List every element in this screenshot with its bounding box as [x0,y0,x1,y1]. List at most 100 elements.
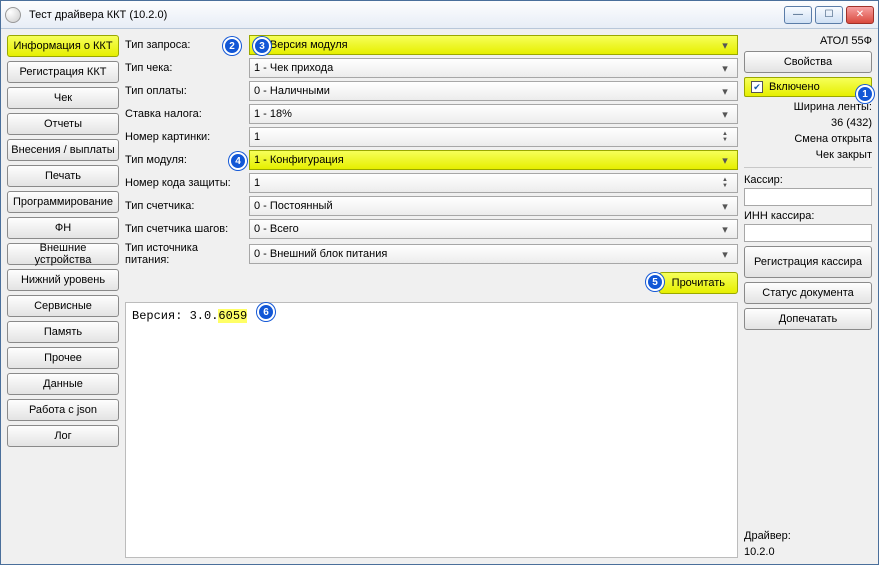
sidebar-item-5[interactable]: Печать [7,165,119,187]
separator [744,167,872,168]
enabled-checkbox[interactable]: ✔ Включено [744,77,872,97]
nomer-kartinki-spinner[interactable]: 1 ▲▼ [249,127,738,147]
sidebar-item-label: Лог [54,430,71,442]
chevron-down-icon: ▾ [717,59,733,77]
nomer-koda-spinner[interactable]: 1 ▲▼ [249,173,738,193]
read-button-label: Прочитать [672,277,725,289]
chevron-down-icon: ▾ [717,220,733,238]
nomer-koda-label: Номер кода защиты: [125,177,243,189]
sidebar-item-label: Нижний уровень [21,274,105,286]
tip-modulya-value: 1 - Конфигурация [254,154,344,166]
output-pane[interactable]: Версия: 3.0.6059 [125,302,738,558]
sidebar-item-label: Внесения / выплаты [11,144,114,156]
inn-block: ИНН кассира: [744,210,872,242]
tip-schetchika-shagov-label: Тип счетчика шагов: [125,223,243,235]
tip-cheka-value: 1 - Чек прихода [254,62,333,74]
callout-badge-2: 2 [223,37,241,55]
sidebar-item-label: Печать [45,170,81,182]
stavka-naloga-label: Ставка налога: [125,108,243,120]
doc-status-button[interactable]: Статус документа [744,282,872,304]
tip-zaprosa-select[interactable]: 2 - Версия модуля ▾ [249,35,738,55]
titlebar: Тест драйвера ККТ (10.2.0) — ☐ ✕ [1,1,878,29]
kassir-block: Кассир: [744,174,872,206]
output-prefix: Версия: 3.0. [132,309,218,323]
sidebar-item-label: Информация о ККТ [13,40,112,52]
maximize-button[interactable]: ☐ [815,6,843,24]
device-name: АТОЛ 55Ф [744,35,872,47]
window-body: Информация о ККТ Регистрация ККТ Чек Отчеты… [1,29,878,564]
tape-width-value: 36 (432) [744,117,872,129]
callout-badge-3: 3 [253,37,271,55]
sidebar-item-13[interactable]: Данные [7,373,119,395]
sidebar-item-3[interactable]: Отчеты [7,113,119,135]
sidebar-item-4[interactable]: Внесения / выплаты [7,139,119,161]
tip-schetchika-value: 0 - Постоянный [254,200,333,212]
nomer-kartinki-label: Номер картинки: [125,131,243,143]
sidebar-item-14[interactable]: Работа с json [7,399,119,421]
tip-modulya-select[interactable]: 1 - Конфигурация ▾ [249,150,738,170]
tip-istochnika-select[interactable]: 0 - Внешний блок питания ▾ [249,244,738,264]
properties-button-label: Свойства [784,56,832,68]
stavka-naloga-value: 1 - 18% [254,108,292,120]
tip-oplaty-label: Тип оплаты: [125,85,243,97]
print-more-button[interactable]: Допечатать [744,308,872,330]
properties-button[interactable]: Свойства [744,51,872,73]
tip-oplaty-select[interactable]: 0 - Наличными ▾ [249,81,738,101]
center-panel: Тип запроса: 2 - Версия модуля ▾ Тип чек… [125,35,738,558]
callout-badge-5: 5 [646,273,664,291]
read-button[interactable]: Прочитать [659,272,738,294]
stavka-naloga-select[interactable]: 1 - 18% ▾ [249,104,738,124]
sidebar-item-label: Внешние устройства [10,242,116,266]
close-button[interactable]: ✕ [846,6,874,24]
chevron-down-icon: ▾ [717,36,733,54]
tip-istochnika-label: Тип источника питания: [125,242,243,266]
chevron-down-icon: ▾ [717,105,733,123]
kassir-label: Кассир: [744,174,872,186]
app-icon [5,7,21,23]
sidebar-item-label: Регистрация ККТ [20,66,107,78]
chevron-down-icon: ▾ [717,82,733,100]
tip-modulya-label: Тип модуля: [125,154,243,166]
output-highlight: 6059 [218,309,247,323]
sidebar-item-1[interactable]: Регистрация ККТ [7,61,119,83]
minimize-button[interactable]: — [784,6,812,24]
register-cashier-button[interactable]: Регистрация кассира [744,246,872,278]
shift-status: Смена открыта [744,133,872,145]
sidebar-item-11[interactable]: Память [7,321,119,343]
callout-badge-4: 4 [229,152,247,170]
chevron-down-icon: ▾ [717,197,733,215]
app-window: Тест драйвера ККТ (10.2.0) — ☐ ✕ Информа… [0,0,879,565]
driver-label: Драйвер: [744,530,872,542]
tip-istochnika-value: 0 - Внешний блок питания [254,248,387,260]
tip-schetchika-label: Тип счетчика: [125,200,243,212]
sidebar-item-9[interactable]: Нижний уровень [7,269,119,291]
register-cashier-label: Регистрация кассира [754,256,862,269]
sidebar-item-2[interactable]: Чек [7,87,119,109]
tape-width-label: Ширина ленты: [744,101,872,113]
spinner-buttons[interactable]: ▲▼ [717,174,733,192]
form-grid: Тип запроса: 2 - Версия модуля ▾ Тип чек… [125,35,738,266]
checkbox-icon: ✔ [751,81,763,93]
sidebar-item-8[interactable]: Внешние устройства [7,243,119,265]
kassir-input[interactable] [744,188,872,206]
sidebar-item-0[interactable]: Информация о ККТ [7,35,119,57]
sidebar-item-6[interactable]: Программирование [7,191,119,213]
sidebar-item-label: Программирование [13,196,113,208]
nomer-koda-value: 1 [254,177,260,189]
sidebar-item-12[interactable]: Прочее [7,347,119,369]
window-title: Тест драйвера ККТ (10.2.0) [27,9,778,21]
sidebar-item-10[interactable]: Сервисные [7,295,119,317]
print-more-label: Допечатать [779,313,838,325]
sidebar-item-15[interactable]: Лог [7,425,119,447]
callout-badge-1: 1 [856,85,874,103]
sidebar-item-7[interactable]: ФН [7,217,119,239]
tip-cheka-select[interactable]: 1 - Чек прихода ▾ [249,58,738,78]
spinner-buttons[interactable]: ▲▼ [717,128,733,146]
tip-schetchika-shagov-value: 0 - Всего [254,223,299,235]
tip-schetchika-select[interactable]: 0 - Постоянный ▾ [249,196,738,216]
inn-label: ИНН кассира: [744,210,872,222]
tip-schetchika-shagov-select[interactable]: 0 - Всего ▾ [249,219,738,239]
tip-oplaty-value: 0 - Наличными [254,85,330,97]
window-controls: — ☐ ✕ [784,6,874,24]
inn-input[interactable] [744,224,872,242]
